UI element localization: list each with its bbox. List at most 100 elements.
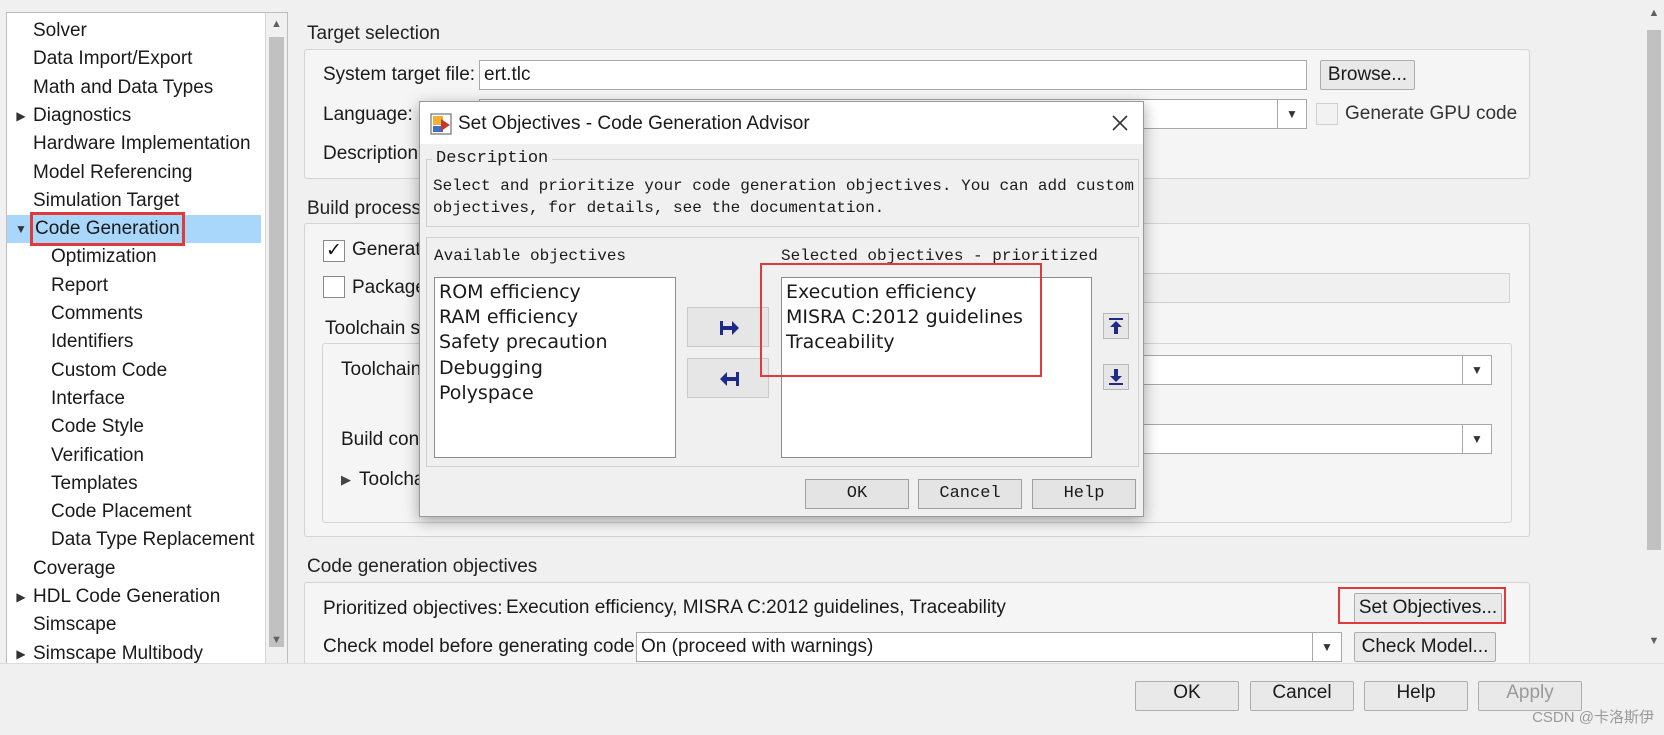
dialog-titlebar[interactable]: Set Objectives - Code Generation Advisor: [420, 102, 1143, 144]
toolchain-settings-label: Toolchain se: [325, 318, 431, 339]
list-item[interactable]: ROM efficiency: [439, 281, 581, 303]
main-scrollbar[interactable]: ▲ ▼: [1644, 0, 1664, 660]
tree-item-label: Solver: [33, 20, 87, 41]
package-checkbox[interactable]: [323, 276, 345, 298]
build-config-select[interactable]: [1140, 424, 1464, 454]
scroll-down-icon[interactable]: ▼: [266, 631, 287, 649]
tree-item-label: Optimization: [51, 246, 157, 268]
description-line-1: Select and prioritize your code generati…: [433, 177, 1134, 195]
tree-item[interactable]: Solver: [7, 17, 261, 45]
tree-item-label: Custom Code: [51, 359, 168, 381]
list-item[interactable]: Debugging: [439, 357, 543, 379]
tree-item[interactable]: Optimization: [7, 243, 261, 271]
tree-item[interactable]: Data Type Replacement: [7, 526, 261, 554]
tree-item[interactable]: Code Style: [7, 413, 261, 441]
tree-item[interactable]: Interface: [7, 385, 261, 413]
add-objective-button[interactable]: [687, 307, 769, 347]
watermark: CSDN @卡洛斯伊: [1532, 709, 1654, 726]
tree-item[interactable]: Hardware Implementation: [7, 130, 261, 158]
main-scroll-up-icon[interactable]: ▲: [1644, 4, 1664, 22]
scroll-up-icon[interactable]: ▲: [266, 15, 287, 33]
tree-item-label: Code Placement: [51, 501, 192, 523]
tree-item[interactable]: Comments: [7, 300, 261, 328]
generate-label: Generat: [352, 239, 421, 260]
list-item[interactable]: Polyspace: [439, 382, 534, 404]
main-scroll-down-icon[interactable]: ▼: [1644, 632, 1664, 650]
tree-item[interactable]: Simulation Target: [7, 187, 261, 215]
tree-item-label: Hardware Implementation: [33, 133, 251, 155]
tree-item-label: HDL Code Generation: [33, 586, 221, 607]
selected-objectives-label: Selected objectives - prioritized: [781, 247, 1098, 265]
toolchain-details-label[interactable]: Toolcha: [359, 469, 425, 491]
tree-item[interactable]: Verification: [7, 442, 261, 470]
package-label: Package: [352, 277, 426, 298]
list-item[interactable]: MISRA C:2012 guidelines: [786, 306, 1023, 328]
collapsed-arrow-icon[interactable]: ▶: [13, 583, 29, 611]
tree-item-label: Coverage: [33, 557, 116, 579]
tree-item[interactable]: Coverage: [7, 555, 261, 583]
toolchain-label: Toolchain: [341, 359, 422, 380]
list-item[interactable]: RAM efficiency: [439, 306, 578, 328]
selected-objectives-list[interactable]: Execution efficiency MISRA C:2012 guidel…: [781, 277, 1092, 458]
tree-scroll-thumb[interactable]: [269, 37, 284, 647]
arrow-down-icon: [1109, 369, 1123, 385]
tree-item[interactable]: Simscape: [7, 611, 261, 639]
tree-item[interactable]: ▶ Diagnostics: [7, 102, 261, 130]
move-up-button[interactable]: [1103, 313, 1129, 339]
toolchain-dropdown-icon[interactable]: ▼: [1462, 355, 1492, 385]
tree-item[interactable]: ▶ HDL Code Generation: [7, 583, 261, 611]
expanded-arrow-icon[interactable]: ▼: [13, 215, 29, 243]
check-model-button[interactable]: Check Model...: [1354, 632, 1496, 662]
tree-scrollbar[interactable]: ▲ ▼: [265, 13, 287, 701]
available-objectives-list[interactable]: ROM efficiency RAM efficiency Safety pre…: [434, 277, 676, 458]
arrow-up-icon: [1109, 318, 1123, 334]
tree-item-label: Templates: [51, 472, 138, 494]
build-config-dropdown-icon[interactable]: ▼: [1462, 424, 1492, 454]
ok-button[interactable]: OK: [1135, 681, 1239, 711]
expand-arrow-icon[interactable]: ▶: [341, 470, 351, 489]
browse-button[interactable]: Browse...: [1320, 60, 1415, 90]
description-line-2: objectives, for details, see the documen…: [433, 199, 885, 217]
check-model-dropdown-icon[interactable]: ▼: [1312, 632, 1342, 662]
language-dropdown-icon[interactable]: ▼: [1277, 99, 1307, 129]
tree-item-label: Interface: [51, 387, 125, 409]
system-target-field[interactable]: ert.tlc: [479, 60, 1307, 90]
set-objectives-button[interactable]: Set Objectives...: [1354, 593, 1502, 623]
tree-item[interactable]: Math and Data Types: [7, 74, 261, 102]
cancel-button[interactable]: Cancel: [1250, 681, 1354, 711]
tree-item-label: Report: [51, 274, 109, 296]
list-item[interactable]: Traceability: [786, 331, 895, 353]
available-objectives-label: Available objectives: [434, 247, 627, 265]
generate-gpu-label: Generate GPU code: [1345, 103, 1518, 124]
list-item[interactable]: Safety precaution: [439, 331, 608, 353]
move-down-button[interactable]: [1103, 364, 1129, 390]
tree-item[interactable]: Model Referencing: [7, 159, 261, 187]
main-scroll-thumb[interactable]: [1647, 30, 1661, 550]
list-item[interactable]: Execution efficiency: [786, 281, 976, 303]
collapsed-arrow-icon[interactable]: ▶: [13, 102, 29, 130]
generate-gpu-checkbox[interactable]: [1316, 103, 1338, 125]
dialog-ok-button[interactable]: OK: [805, 479, 909, 509]
tree-item[interactable]: Templates: [7, 470, 261, 498]
tree-item[interactable]: Identifiers: [7, 328, 261, 356]
help-button[interactable]: Help: [1364, 681, 1468, 711]
config-tree[interactable]: Solver Data Import/Export Math and Data Ty…: [6, 12, 288, 702]
close-icon[interactable]: [1107, 110, 1133, 136]
target-selection-title: Target selection: [307, 23, 441, 44]
tree-item-label: Math and Data Types: [33, 76, 214, 98]
tree-item[interactable]: ▼ Code Generation: [7, 212, 261, 247]
tree-item[interactable]: Report: [7, 272, 261, 300]
dialog-cancel-button[interactable]: Cancel: [918, 479, 1022, 509]
check-model-select[interactable]: On (proceed with warnings): [636, 632, 1314, 662]
tree-item-label: Code Style: [51, 416, 144, 438]
tree-item[interactable]: Data Import/Export: [7, 45, 261, 73]
generate-checkbox[interactable]: ✓: [323, 240, 345, 262]
dialog-help-button[interactable]: Help: [1032, 479, 1136, 509]
tree-item-label: Verification: [51, 444, 144, 466]
package-field: [1140, 273, 1510, 303]
remove-objective-button[interactable]: [687, 358, 769, 398]
toolchain-select[interactable]: [1140, 355, 1464, 385]
tree-item[interactable]: Custom Code: [7, 357, 261, 385]
tree-item[interactable]: Code Placement: [7, 498, 261, 526]
tree-item-label: Diagnostics: [33, 104, 132, 126]
